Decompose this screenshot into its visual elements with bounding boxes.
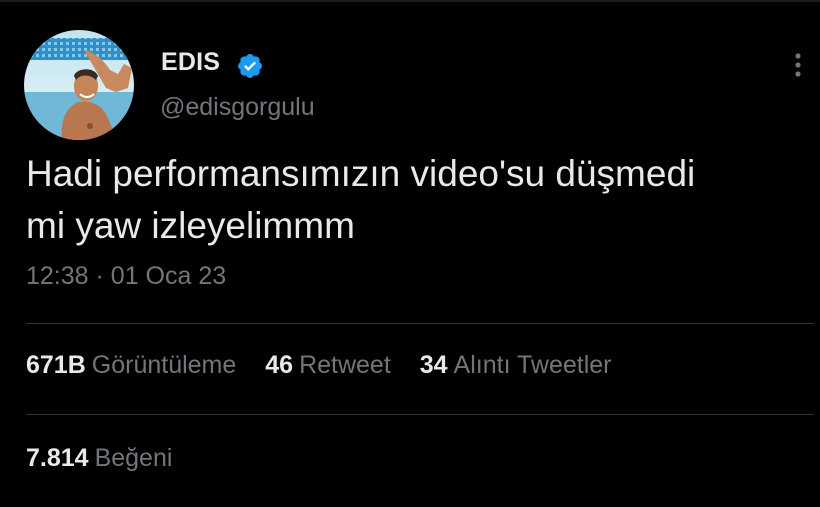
quotes-count: 34 [419,351,448,379]
more-options-icon[interactable] [790,51,806,79]
views-label: Görüntüleme [91,351,237,379]
author-handle[interactable]: @edisgorgulu [160,93,315,122]
top-divider [0,0,820,2]
retweets-label: Retweet [299,351,391,379]
tweet-time[interactable]: 12:38 [26,262,89,290]
tweet-text-line: mi yaw izleyelimmm [26,205,355,246]
retweets-count: 46 [265,351,294,379]
tweet-text-line: Hadi performansımızın video'su düşmedi [26,153,696,194]
views-count: 671B [26,351,86,379]
likes-label: Beğeni [94,444,173,472]
tweet-text: Hadi performansımızın video'su düşmedi m… [26,148,806,252]
views-stat: 671B Görüntüleme [26,351,236,380]
meta-separator: · [95,262,104,290]
engagement-stats: 671B Görüntüleme 46 Retweet 34 Alıntı Tweet… [26,351,634,380]
tweet-detail-view: EDIS @edisgorgulu Hadi performansımızın … [0,0,820,507]
tweet-date[interactable]: 01 Oca 23 [111,262,226,290]
tweet-timestamp[interactable]: 12:38 · 01 Oca 23 [26,262,226,291]
likes-stat[interactable]: 7.814 Beğeni [26,444,194,473]
stats-divider-top [26,323,814,324]
retweets-stat[interactable]: 46 Retweet [265,351,391,380]
avatar[interactable] [24,30,134,140]
author-name[interactable]: EDIS [161,48,220,77]
verified-badge-icon [238,54,262,78]
likes-count: 7.814 [26,444,89,472]
quotes-label: Alıntı Tweetler [453,351,612,379]
quotes-stat[interactable]: 34 Alıntı Tweetler [420,351,612,380]
stats-divider-middle [26,414,814,415]
